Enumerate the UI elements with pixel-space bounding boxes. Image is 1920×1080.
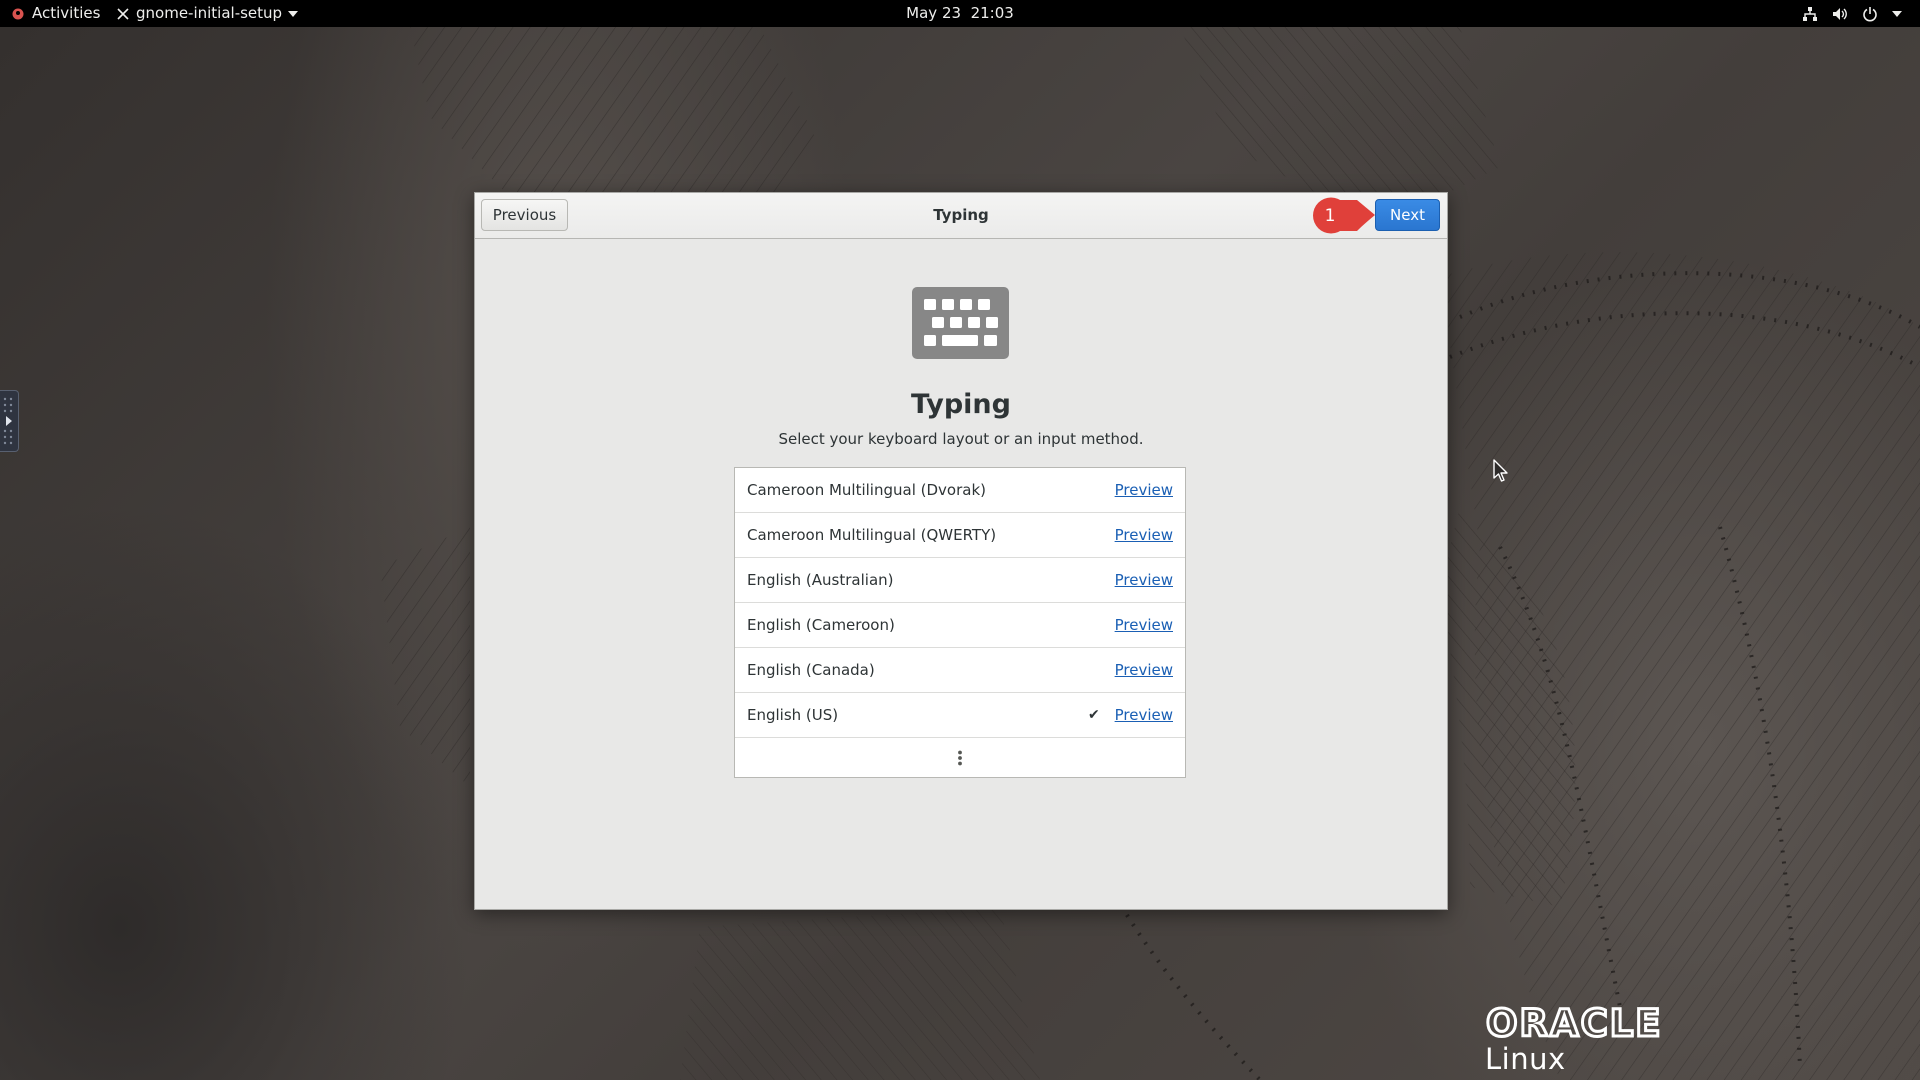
setup-dialog: Previous Typing 1 Next Typing Select you… <box>474 192 1448 910</box>
list-item[interactable]: English (Australian) Preview <box>735 558 1185 603</box>
preview-link[interactable]: Preview <box>1115 648 1173 692</box>
layout-name: English (Cameroon) <box>747 616 895 634</box>
layout-name: Cameroon Multilingual (QWERTY) <box>747 526 997 544</box>
volume-icon <box>1833 7 1847 20</box>
app-menu-label: gnome-initial-setup <box>136 4 283 22</box>
layout-name: English (Canada) <box>747 661 875 679</box>
oracle-logo: ORACLE <box>1486 1006 1663 1040</box>
annotation-marker: 1 <box>1313 197 1375 234</box>
clock[interactable]: May 23 21:03 <box>906 4 1014 22</box>
system-tray[interactable] <box>1802 0 1902 27</box>
list-item-selected[interactable]: English (US) ✔ Preview <box>735 693 1185 738</box>
page-heading: Typing <box>911 389 1011 420</box>
app-menu[interactable]: gnome-initial-setup <box>116 0 299 27</box>
keyboard-layout-list: Cameroon Multilingual (Dvorak) Preview C… <box>734 467 1186 778</box>
preview-link[interactable]: Preview <box>1115 558 1173 602</box>
dialog-title: Typing <box>933 206 989 224</box>
show-more-row[interactable] <box>735 738 1185 777</box>
page-subtitle: Select your keyboard layout or an input … <box>778 430 1144 448</box>
oracle-logo-text: ORACLE <box>1486 1006 1663 1040</box>
chevron-down-icon <box>288 10 299 17</box>
layout-name: English (Australian) <box>747 571 894 589</box>
activities-label: Activities <box>32 4 101 22</box>
checkmark-icon: ✔ <box>1088 707 1100 723</box>
distro-logo-icon <box>12 8 24 19</box>
layout-name: English (US) <box>747 706 839 724</box>
power-icon <box>1863 6 1877 21</box>
annotation-number: 1 <box>1325 206 1336 226</box>
list-item[interactable]: English (Cameroon) Preview <box>735 603 1185 648</box>
list-item[interactable]: Cameroon Multilingual (QWERTY) Preview <box>735 513 1185 558</box>
next-button[interactable]: Next <box>1375 199 1440 231</box>
preview-link[interactable]: Preview <box>1115 693 1173 737</box>
preview-link[interactable]: Preview <box>1115 468 1173 512</box>
previous-button[interactable]: Previous <box>481 199 568 231</box>
keyboard-icon <box>912 287 1009 359</box>
top-bar: Activities gnome-initial-setup May 23 21… <box>0 0 1920 27</box>
mouse-pointer-icon <box>1493 459 1508 482</box>
chevron-down-icon <box>1892 10 1902 17</box>
dialog-header: Previous Typing 1 Next <box>475 193 1447 239</box>
layout-name: Cameroon Multilingual (Dvorak) <box>747 481 986 499</box>
expand-handle-icon <box>3 397 13 445</box>
preview-link[interactable]: Preview <box>1115 603 1173 647</box>
list-item[interactable]: English (Canada) Preview <box>735 648 1185 693</box>
more-vertical-icon <box>958 750 962 766</box>
network-icon <box>1803 6 1817 21</box>
edge-panel-handle[interactable] <box>0 390 19 452</box>
activities-button[interactable]: Activities <box>12 0 100 27</box>
tools-icon <box>117 7 129 20</box>
preview-link[interactable]: Preview <box>1115 513 1173 557</box>
list-item[interactable]: Cameroon Multilingual (Dvorak) Preview <box>735 468 1185 513</box>
oracle-linux-label: Linux <box>1485 1042 1566 1076</box>
